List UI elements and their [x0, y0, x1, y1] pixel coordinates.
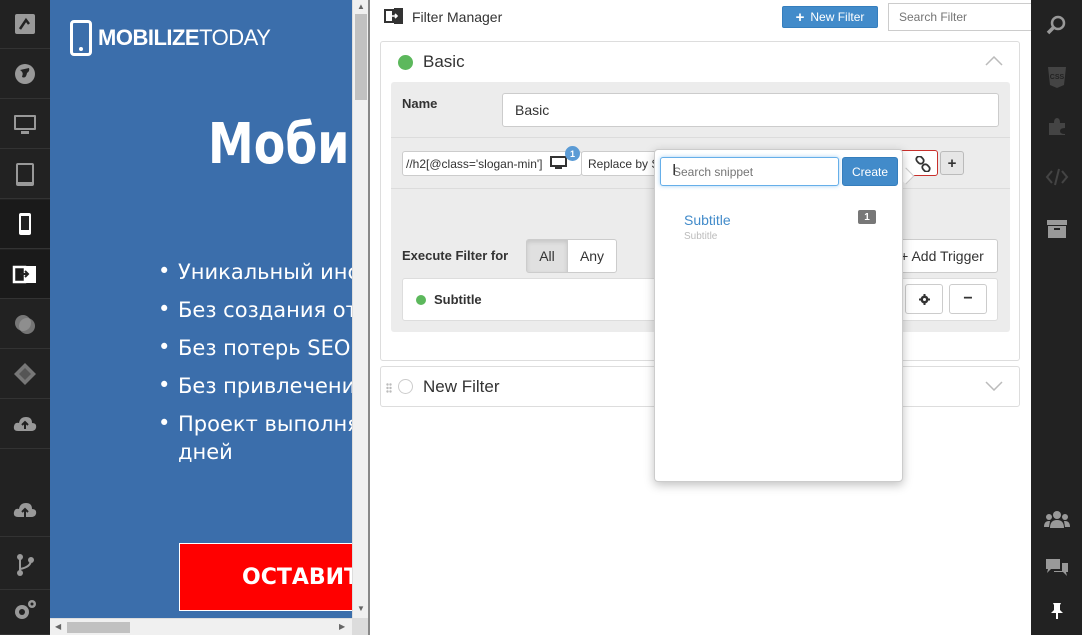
- preview-title: Мобил: [208, 112, 352, 177]
- name-label: Name: [402, 96, 438, 111]
- users-icon[interactable]: [1031, 494, 1082, 543]
- chevron-down-icon[interactable]: [985, 379, 1003, 394]
- execute-filter-label: Execute Filter for: [402, 248, 509, 263]
- puzzle-icon[interactable]: [1031, 101, 1082, 150]
- snippet-search-input[interactable]: [660, 157, 839, 186]
- filter-title: Basic: [423, 52, 465, 71]
- create-snippet-button[interactable]: Create: [842, 157, 898, 186]
- branch-icon[interactable]: [0, 541, 50, 590]
- filter-manager-icon: [384, 7, 404, 28]
- page-title: Filter Manager: [412, 9, 503, 25]
- tablet-icon[interactable]: [0, 150, 50, 199]
- site-preview: MOBILIZETODAY Мобил Уникальный инст Без …: [50, 0, 352, 618]
- preview-cta-button[interactable]: ОСТАВИТЬ: [179, 543, 352, 611]
- scroll-down-arrow-icon[interactable]: ▼: [357, 604, 365, 613]
- globe-icon[interactable]: [0, 50, 50, 99]
- new-filter-button[interactable]: + New Filter: [782, 6, 878, 28]
- plus-icon: +: [795, 8, 805, 26]
- search-icon[interactable]: [1031, 0, 1082, 49]
- search-filter-input[interactable]: [888, 3, 1033, 31]
- remove-trigger-button[interactable]: −: [949, 284, 987, 314]
- gear-icon: [918, 293, 930, 305]
- code-icon[interactable]: [1031, 152, 1082, 201]
- scroll-up-arrow-icon[interactable]: ▲: [357, 2, 365, 11]
- circles-icon[interactable]: [0, 300, 50, 349]
- gears-icon[interactable]: [0, 586, 50, 635]
- scroll-thumb[interactable]: [67, 622, 130, 633]
- active-status-icon[interactable]: [398, 55, 413, 70]
- right-sidebar: CSS: [1031, 0, 1082, 635]
- execute-any-toggle[interactable]: Any: [567, 239, 617, 273]
- execute-all-toggle[interactable]: All: [526, 239, 568, 273]
- preview-bullet: Без создания отд: [158, 297, 352, 336]
- phone-logo-icon: [70, 20, 92, 56]
- svg-text:CSS: CSS: [1049, 74, 1064, 81]
- rotate-device-icon[interactable]: [0, 0, 50, 49]
- filter-panel-header[interactable]: Basic: [381, 42, 1019, 82]
- snippet-popover: I Create Subtitle Subtitle 1: [654, 149, 903, 482]
- filter-title: New Filter: [423, 377, 500, 396]
- cloud-publish-icon[interactable]: [0, 488, 50, 537]
- link-icon[interactable]: [915, 155, 931, 175]
- archive-icon[interactable]: [1031, 204, 1082, 253]
- snippet-list-item[interactable]: Subtitle Subtitle: [684, 212, 731, 242]
- preview-logo: MOBILIZETODAY: [70, 20, 271, 56]
- trigger-status-icon: [416, 295, 426, 305]
- match-count-badge: 1: [565, 146, 580, 161]
- preview-bullet: Без привлечения: [158, 373, 352, 412]
- desktop-preview-icon[interactable]: [550, 156, 567, 173]
- action-select[interactable]: Replace by Snippet: [581, 151, 661, 176]
- puzzle-icon[interactable]: [0, 350, 50, 399]
- filter-manager-header: Filter Manager + New Filter: [370, 0, 1033, 34]
- desktop-icon[interactable]: [0, 100, 50, 149]
- text-cursor-icon: I: [672, 162, 677, 179]
- snippet-title[interactable]: Subtitle: [684, 212, 731, 228]
- inactive-status-icon[interactable]: [398, 379, 413, 394]
- add-rule-button[interactable]: +: [940, 151, 964, 175]
- drag-handle-icon[interactable]: [386, 381, 392, 396]
- left-sidebar: [0, 0, 50, 635]
- mobile-icon[interactable]: [0, 200, 50, 249]
- preview-horizontal-scrollbar[interactable]: ◀ ▶: [50, 618, 352, 635]
- snippet-usage-badge: 1: [858, 210, 876, 224]
- trigger-settings-button[interactable]: [905, 284, 943, 314]
- scrollbar-corner: [352, 618, 368, 635]
- chevron-up-icon[interactable]: [985, 54, 1003, 69]
- filter-manager-icon[interactable]: [0, 250, 50, 299]
- snippet-subtitle: Subtitle: [684, 231, 718, 242]
- preview-bullet: Без потерь SEO-п: [158, 335, 352, 374]
- xpath-selector-field[interactable]: //h2[@class='slogan-min'] 1: [402, 146, 582, 176]
- trigger-name: Subtitle: [434, 292, 482, 307]
- preview-vertical-scrollbar[interactable]: ▲ ▼: [352, 0, 368, 618]
- scroll-right-arrow-icon[interactable]: ▶: [339, 622, 345, 631]
- scroll-thumb[interactable]: [355, 14, 367, 100]
- row-divider: [391, 137, 1010, 138]
- cloud-upload-icon[interactable]: [0, 400, 50, 449]
- comments-icon[interactable]: [1031, 543, 1082, 592]
- preview-bullet: Проект выполняе: [158, 411, 352, 440]
- scroll-left-arrow-icon[interactable]: ◀: [55, 622, 61, 631]
- filter-name-input[interactable]: [502, 93, 999, 127]
- pin-icon[interactable]: [1031, 586, 1082, 635]
- preview-bullet: Уникальный инст: [158, 259, 352, 298]
- preview-bullets: Уникальный инст Без создания отд Без пот…: [158, 259, 352, 478]
- preview-bullet-continuation: дней: [178, 440, 233, 464]
- css-icon[interactable]: CSS: [1031, 52, 1082, 101]
